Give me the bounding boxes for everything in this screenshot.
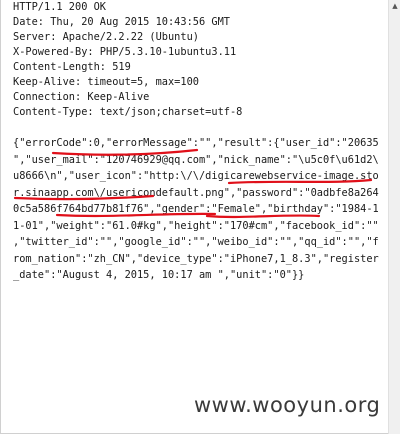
- response-viewer-window: HTTP/1.1 200 OK Date: Thu, 20 Aug 2015 1…: [0, 0, 400, 434]
- json-line: u8666\n","user_icon":"http:\/\/digicarew…: [13, 170, 379, 182]
- json-line: 1-01","weight":"61.0#kg","height":"170#c…: [13, 219, 379, 232]
- triangle-up-icon[interactable]: ▲: [389, 0, 400, 12]
- header-date: Date: Thu, 20 Aug 2015 10:43:56 GMT: [13, 16, 230, 28]
- header-keep-alive: Keep-Alive: timeout=5, max=100: [13, 76, 199, 88]
- header-status-line: HTTP/1.1 200 OK: [13, 1, 106, 13]
- header-content-length: Content-Length: 519: [13, 61, 131, 73]
- json-line: rom_nation":"zh_CN","device_type":"iPhon…: [13, 252, 379, 265]
- header-connection: Connection: Keep-Alive: [13, 91, 150, 103]
- json-response-body: {"errorCode":0,"errorMessage":"","result…: [13, 135, 385, 284]
- header-server: Server: Apache/2.2.22 (Ubuntu): [13, 31, 199, 43]
- response-content: HTTP/1.1 200 OK Date: Thu, 20 Aug 2015 1…: [13, 0, 385, 284]
- header-x-powered-by: X-Powered-By: PHP/5.3.10-1ubuntu3.11: [13, 46, 237, 58]
- header-content-type: Content-Type: text/json;charset=utf-8: [13, 106, 243, 118]
- vertical-scrollbar[interactable]: ▲: [388, 0, 400, 434]
- json-line: r.sinaapp.com\/usericondefault.png","pas…: [13, 186, 379, 199]
- json-line: 0c5a586f764bd77b81f76","gender":"Female"…: [13, 203, 379, 215]
- json-line: ,"twitter_id":"","google_id":"","weibo_i…: [13, 236, 379, 248]
- json-line: {"errorCode":0,"errorMessage":"","result…: [13, 137, 379, 149]
- json-line: _date":"August 4, 2015, 10:17 am ","unit…: [13, 269, 305, 281]
- watermark: www.wooyun.org: [194, 393, 381, 417]
- http-headers: HTTP/1.1 200 OK Date: Thu, 20 Aug 2015 1…: [13, 0, 385, 120]
- json-line: ","user_mail":"120746929@qq.com","nick_n…: [13, 153, 379, 166]
